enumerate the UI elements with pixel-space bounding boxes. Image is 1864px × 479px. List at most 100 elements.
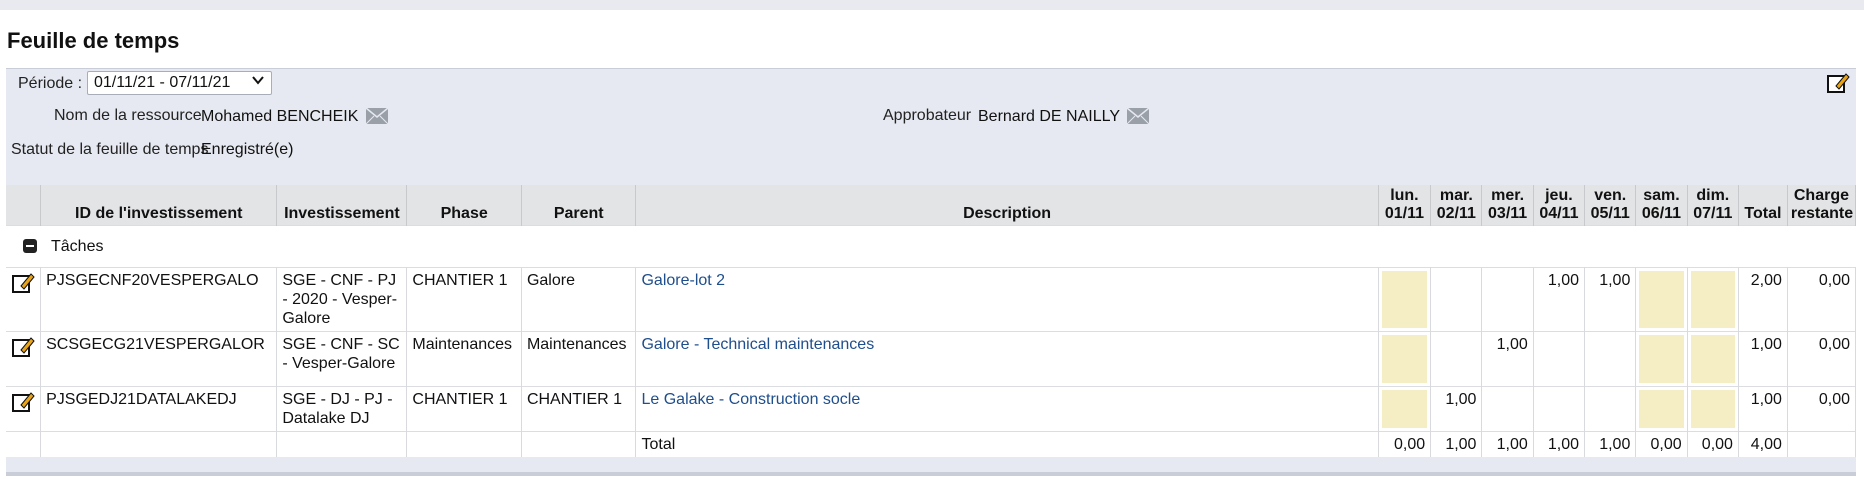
day-total: 1,00 [1430,431,1483,457]
day-total: 0,00 [1687,431,1739,457]
page-title: Feuille de temps [7,28,180,53]
edit-notepad-icon[interactable] [11,390,35,414]
group-label: Tâches [51,238,104,255]
resource-value: Mohamed BENCHEIK [201,107,389,126]
day-cell[interactable]: 1,00 [1584,267,1637,332]
cell-remaining: 0,00 [1787,386,1857,432]
cell-phase: CHANTIER 1 [406,267,522,332]
header-day: sam. 06/11 [1635,185,1688,226]
cell-phase: Maintenances [406,331,522,387]
day-cell[interactable] [1430,331,1483,387]
timesheet-page: Feuille de temps Période : 01/11/21 - 07… [0,10,1864,479]
day-cell[interactable] [1687,267,1739,332]
header-day: mar. 02/11 [1430,185,1483,226]
day-cell[interactable] [1481,267,1534,332]
day-cell[interactable]: 1,00 [1430,386,1483,432]
row-edit-cell [6,331,42,387]
day-cell[interactable] [1378,267,1432,332]
chevron-down-icon [251,73,265,92]
panel-bottom-border [6,472,1856,476]
day-cell[interactable] [1635,331,1688,387]
grid-header-row: ID de l'investissement Investissement Ph… [6,185,1857,226]
approver-value: Bernard DE NAILLY [978,107,1150,126]
day-total: 0,00 [1378,431,1432,457]
cell-investment-id: SCSGECG21VESPERGALOR [40,331,278,387]
edit-timesheet-icon[interactable] [1826,71,1850,100]
group-cell: Tâches [6,225,1856,268]
table-row: SCSGECG21VESPERGALOR SGE - CNF - SC - Ve… [6,331,1857,387]
header-phase[interactable]: Phase [406,185,522,226]
cell-description: Galore-lot 2 [635,267,1379,332]
day-cell[interactable] [1378,331,1432,387]
cell-investment: SGE - DJ - PJ - Datalake DJ [276,386,408,432]
header-investment[interactable]: Investissement [276,185,408,226]
period-label: Période : [18,75,83,92]
header-day: mer. 03/11 [1481,185,1534,226]
description-link[interactable]: Le Galake - Construction socle [641,391,860,408]
cell-description: Le Galake - Construction socle [635,386,1379,432]
edit-notepad-icon[interactable] [11,271,35,295]
day-cell[interactable] [1378,386,1432,432]
day-cell[interactable] [1635,267,1688,332]
cell-parent: Maintenances [521,331,637,387]
envelope-icon[interactable] [365,107,389,125]
group-row-tasks: Tâches [6,225,1856,268]
day-cell[interactable] [1687,331,1739,387]
approver-name: Bernard DE NAILLY [978,108,1120,125]
cell-parent: Galore [521,267,637,332]
header-remaining: Charge restante [1787,185,1857,226]
header-day: dim. 07/11 [1687,185,1739,226]
day-cell[interactable] [1430,267,1483,332]
cell-description: Galore - Technical maintenances [635,331,1379,387]
cell-total: 2,00 [1738,267,1788,332]
day-cell[interactable] [1584,386,1637,432]
header-day: jeu. 04/11 [1533,185,1586,226]
day-cell[interactable] [1533,331,1586,387]
resource-label: Nom de la ressource [54,107,202,124]
grand-total: 4,00 [1738,431,1788,457]
cell-total: 1,00 [1738,386,1788,432]
totals-label: Total [635,431,1379,457]
totals-row: Total 0,00 1,00 1,00 1,00 1,00 0,00 0,00… [6,431,1857,457]
day-total: 1,00 [1584,431,1637,457]
day-total: 1,00 [1481,431,1534,457]
day-cell[interactable] [1481,386,1534,432]
header-action [6,185,42,226]
day-cell[interactable] [1533,386,1586,432]
description-link[interactable]: Galore - Technical maintenances [641,336,874,353]
day-cell[interactable] [1584,331,1637,387]
period-select[interactable]: 01/11/21 - 07/11/21 [87,71,272,95]
timesheet-grid: ID de l'investissement Investissement Ph… [6,185,1857,457]
day-cell[interactable]: 1,00 [1533,267,1586,332]
resource-name: Mohamed BENCHEIK [201,108,359,125]
cell-remaining: 0,00 [1787,331,1857,387]
row-edit-cell [6,267,42,332]
edit-notepad-icon[interactable] [11,335,35,359]
header-investment-id[interactable]: ID de l'investissement [40,185,278,226]
timesheet-panel: Période : 01/11/21 - 07/11/21 Nom de la … [6,68,1857,476]
table-row: PJSGEDJ21DATALAKEDJ SGE - DJ - PJ - Data… [6,386,1857,432]
day-total: 1,00 [1533,431,1586,457]
table-row: PJSGECNF20VESPERGALO SGE - CNF - PJ - 20… [6,267,1857,332]
cell-total: 1,00 [1738,331,1788,387]
day-cell[interactable] [1687,386,1739,432]
period-value: 01/11/21 - 07/11/21 [94,74,231,91]
header-day: lun. 01/11 [1378,185,1432,226]
collapse-minus-icon[interactable] [23,239,37,253]
day-total: 0,00 [1635,431,1688,457]
cell-phase: CHANTIER 1 [406,386,522,432]
cell-investment: SGE - CNF - SC - Vesper-Galore [276,331,408,387]
day-cell[interactable] [1635,386,1688,432]
status-label: Statut de la feuille de temps [11,141,209,158]
cell-investment-id: PJSGECNF20VESPERGALO [40,267,278,332]
description-link[interactable]: Galore-lot 2 [641,272,725,289]
approver-label: Approbateur [883,107,972,124]
envelope-icon[interactable] [1126,107,1150,125]
header-description[interactable]: Description [635,185,1379,226]
header-parent[interactable]: Parent [521,185,637,226]
status-value: Enregistré(e) [201,141,294,158]
cell-parent: CHANTIER 1 [521,386,637,432]
header-total: Total [1738,185,1788,226]
cell-remaining: 0,00 [1787,267,1857,332]
day-cell[interactable]: 1,00 [1481,331,1534,387]
